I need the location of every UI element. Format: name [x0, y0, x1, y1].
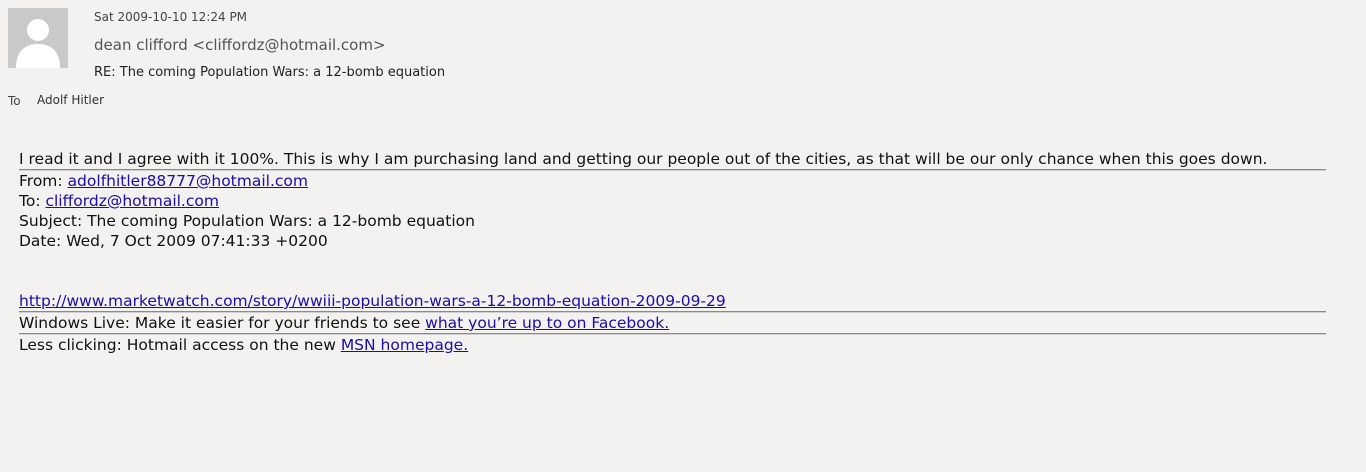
- quoted-subject-line: Subject: The coming Population Wars: a 1…: [19, 212, 475, 230]
- message-subject: RE: The coming Population Wars: a 12-bom…: [94, 65, 446, 80]
- reply-text: I read it and I agree with it 100%. This…: [19, 150, 1268, 168]
- article-link-line: http://www.marketwatch.com/story/wwiii-p…: [19, 291, 1329, 311]
- facebook-link[interactable]: what you’re up to on Facebook.: [425, 314, 669, 332]
- quoted-from-label: From:: [19, 172, 68, 190]
- quoted-to-email-link[interactable]: cliffordz@hotmail.com: [45, 192, 219, 210]
- footer-windows-live-text: Windows Live: Make it easier for your fr…: [19, 314, 426, 332]
- person-silhouette-icon: [8, 8, 68, 68]
- footer-hotmail-text: Less clicking: Hotmail access on the new: [19, 336, 341, 354]
- message-body: I read it and I agree with it 100%. This…: [19, 149, 1329, 355]
- quoted-from-line: From: adolfhitler88777@hotmail.com: [19, 171, 1329, 191]
- message-date: Sat 2009-10-10 12:24 PM: [94, 10, 248, 24]
- quoted-date-line: Date: Wed, 7 Oct 2009 07:41:33 +0200: [19, 232, 328, 250]
- quoted-headers: From: adolfhitler88777@hotmail.com To: c…: [19, 171, 1329, 251]
- footer-windows-live: Windows Live: Make it easier for your fr…: [19, 313, 1329, 333]
- recipient-name[interactable]: Adolf Hitler: [37, 93, 104, 107]
- footer-hotmail: Less clicking: Hotmail access on the new…: [19, 335, 1329, 355]
- sender-avatar[interactable]: [8, 8, 68, 68]
- sender-name[interactable]: dean clifford <cliffordz@hotmail.com>: [94, 36, 386, 54]
- msn-homepage-link[interactable]: MSN homepage.: [341, 336, 468, 354]
- article-link[interactable]: http://www.marketwatch.com/story/wwiii-p…: [19, 292, 726, 310]
- quoted-from-email-link[interactable]: adolfhitler88777@hotmail.com: [68, 172, 308, 190]
- quoted-to-label: To:: [19, 192, 46, 210]
- quoted-to-line: To: cliffordz@hotmail.com: [19, 191, 1329, 211]
- to-label: To: [8, 94, 21, 108]
- message-header: Sat 2009-10-10 12:24 PM dean clifford <c…: [0, 0, 1366, 120]
